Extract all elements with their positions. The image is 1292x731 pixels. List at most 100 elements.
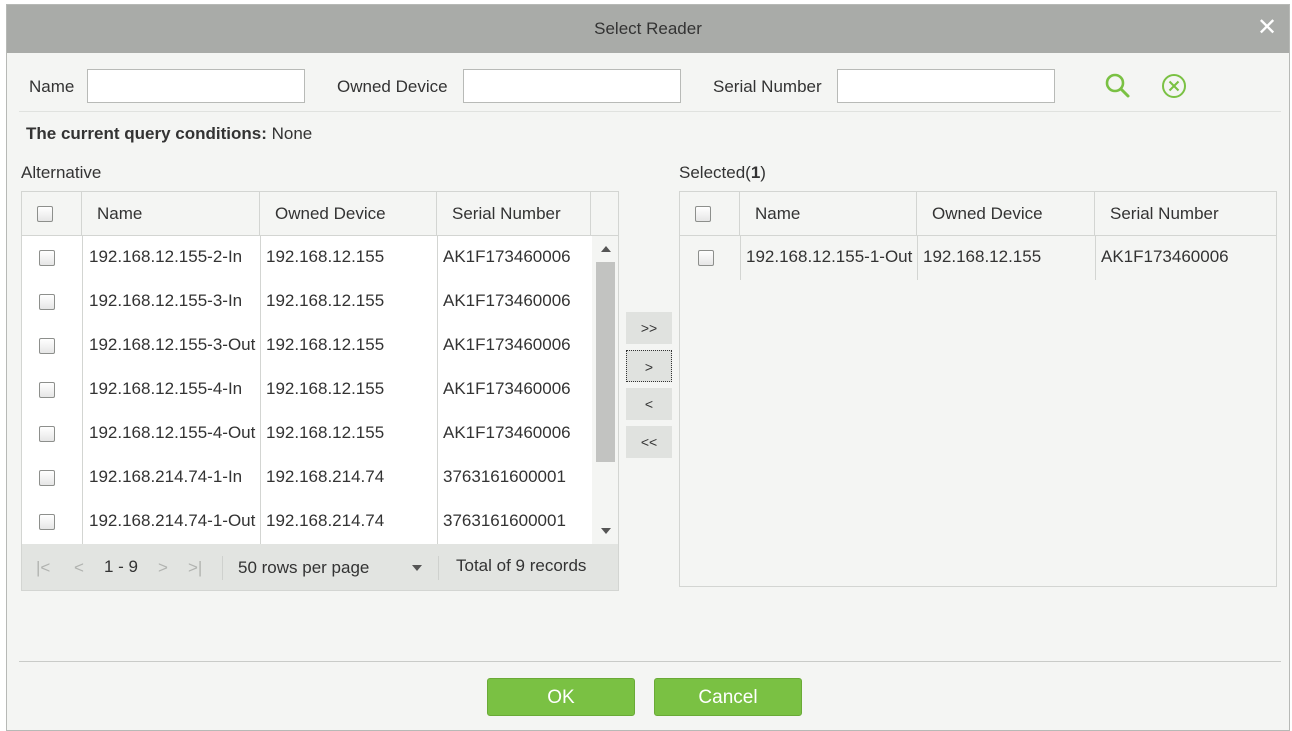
row-serial-number: AK1F173460006 xyxy=(443,423,571,442)
name-label: Name xyxy=(29,77,75,96)
close-icon[interactable]: ✕ xyxy=(1255,16,1279,40)
next-page-icon[interactable]: > xyxy=(158,558,168,578)
select-all-checkbox[interactable] xyxy=(37,206,53,222)
query-conditions: The current query conditions: None xyxy=(26,124,312,144)
selected-heading-suffix: ) xyxy=(760,163,766,182)
selected-heading: Selected(1) xyxy=(679,163,766,183)
total-records: Total of 9 records xyxy=(456,556,587,575)
table-row[interactable]: 192.168.12.155-4-Out 192.168.12.155 AK1F… xyxy=(22,412,592,456)
row-name: 192.168.12.155-1-Out xyxy=(746,247,913,266)
row-checkbox[interactable] xyxy=(39,514,55,530)
serial-number-search-input[interactable] xyxy=(837,69,1055,103)
alternative-table-body: 192.168.12.155-2-In 192.168.12.155 AK1F1… xyxy=(22,236,592,544)
search-icon[interactable] xyxy=(1103,71,1133,101)
row-owned-device: 192.168.12.155 xyxy=(266,291,385,310)
row-checkbox[interactable] xyxy=(39,294,55,310)
chevron-down-icon[interactable] xyxy=(412,565,422,571)
row-owned-device: 192.168.214.74 xyxy=(266,511,385,530)
alternative-heading: Alternative xyxy=(21,163,102,182)
dialog-title: Select Reader xyxy=(594,19,702,38)
query-conditions-prefix: The current query conditions: xyxy=(26,124,267,143)
owned-device-label: Owned Device xyxy=(337,77,448,96)
move-right-button[interactable]: > xyxy=(626,350,672,382)
row-checkbox[interactable] xyxy=(39,250,55,266)
selected-table-header: Name Owned Device Serial Number xyxy=(680,192,1276,236)
column-header-name[interactable]: Name xyxy=(82,192,260,236)
pager-divider xyxy=(222,556,223,580)
alternative-table: Name Owned Device Serial Number 192.168.… xyxy=(21,191,619,591)
cancel-button[interactable]: Cancel xyxy=(654,678,802,716)
clear-circle-icon[interactable] xyxy=(1159,71,1189,101)
table-row[interactable]: 192.168.12.155-2-In 192.168.12.155 AK1F1… xyxy=(22,236,592,280)
first-page-icon[interactable]: |< xyxy=(36,558,50,578)
column-divider xyxy=(1095,236,1096,280)
row-name: 192.168.12.155-4-Out xyxy=(89,423,256,442)
table-row[interactable]: 192.168.12.155-3-Out 192.168.12.155 AK1F… xyxy=(22,324,592,368)
move-left-button[interactable]: < xyxy=(626,388,672,420)
row-serial-number: AK1F173460006 xyxy=(443,379,571,398)
row-serial-number: AK1F173460006 xyxy=(443,247,571,266)
row-name: 192.168.12.155-3-Out xyxy=(89,335,256,354)
row-name: 192.168.214.74-1-In xyxy=(89,467,243,486)
row-owned-device: 192.168.12.155 xyxy=(266,335,385,354)
row-name: 192.168.12.155-3-In xyxy=(89,291,243,310)
last-page-icon[interactable]: >| xyxy=(188,558,202,578)
select-all-selected-checkbox[interactable] xyxy=(695,206,711,222)
row-serial-number: AK1F173460006 xyxy=(443,335,571,354)
header-select-cell xyxy=(22,192,82,236)
ok-button[interactable]: OK xyxy=(487,678,635,716)
row-serial-number: AK1F173460006 xyxy=(1101,247,1229,266)
row-checkbox[interactable] xyxy=(39,426,55,442)
page-size-select[interactable]: 50 rows per page xyxy=(238,558,369,578)
scrollbar-thumb[interactable] xyxy=(596,262,615,462)
footer-divider xyxy=(19,661,1281,662)
column-header-name[interactable]: Name xyxy=(740,192,917,236)
row-owned-device: 192.168.12.155 xyxy=(266,379,385,398)
page-range: 1 - 9 xyxy=(104,557,139,576)
row-name: 192.168.12.155-4-In xyxy=(89,379,243,398)
table-row[interactable]: 192.168.214.74-1-Out 192.168.214.74 3763… xyxy=(22,500,592,544)
row-checkbox[interactable] xyxy=(39,382,55,398)
table-row[interactable]: 192.168.12.155-1-Out 192.168.12.155 AK1F… xyxy=(680,236,1276,280)
row-checkbox[interactable] xyxy=(39,338,55,354)
selected-heading-prefix: Selected( xyxy=(679,163,751,182)
alternative-table-header: Name Owned Device Serial Number xyxy=(22,192,618,236)
table-row[interactable]: 192.168.12.155-4-In 192.168.12.155 AK1F1… xyxy=(22,368,592,412)
scroll-down-arrow-icon[interactable] xyxy=(601,528,611,534)
scroll-up-arrow-icon[interactable] xyxy=(601,246,611,252)
table-row[interactable]: 192.168.214.74-1-In 192.168.214.74 37631… xyxy=(22,456,592,500)
column-header-owned-device[interactable]: Owned Device xyxy=(260,192,437,236)
row-owned-device: 192.168.12.155 xyxy=(266,423,385,442)
column-divider xyxy=(917,236,918,280)
select-reader-dialog: Select Reader ✕ Name Owned Device Serial… xyxy=(6,4,1290,731)
selected-table: Name Owned Device Serial Number 192.168.… xyxy=(679,191,1277,587)
column-header-serial-number[interactable]: Serial Number xyxy=(437,192,591,236)
move-all-right-button[interactable]: >> xyxy=(626,312,672,344)
search-divider xyxy=(19,111,1281,112)
header-select-cell xyxy=(680,192,740,236)
row-serial-number: 3763161600001 xyxy=(443,511,566,530)
selected-count: 1 xyxy=(750,163,761,182)
owned-device-search-input[interactable] xyxy=(463,69,681,103)
row-serial-number: AK1F173460006 xyxy=(443,291,571,310)
serial-number-label: Serial Number xyxy=(713,77,822,96)
row-owned-device: 192.168.12.155 xyxy=(923,247,1042,266)
query-conditions-value: None xyxy=(271,124,313,143)
column-header-owned-device[interactable]: Owned Device xyxy=(917,192,1095,236)
prev-page-icon[interactable]: < xyxy=(74,558,84,578)
name-search-input[interactable] xyxy=(87,69,305,103)
dialog-titlebar: Select Reader ✕ xyxy=(7,5,1289,53)
move-all-left-button[interactable]: << xyxy=(626,426,672,458)
pager-divider xyxy=(438,556,439,580)
row-checkbox[interactable] xyxy=(39,470,55,486)
row-serial-number: 3763161600001 xyxy=(443,467,566,486)
column-header-serial-number[interactable]: Serial Number xyxy=(1095,192,1276,236)
table-row[interactable]: 192.168.12.155-3-In 192.168.12.155 AK1F1… xyxy=(22,280,592,324)
row-name: 192.168.214.74-1-Out xyxy=(89,511,256,530)
vertical-scrollbar[interactable] xyxy=(592,236,618,544)
row-owned-device: 192.168.12.155 xyxy=(266,247,385,266)
row-name: 192.168.12.155-2-In xyxy=(89,247,243,266)
row-checkbox[interactable] xyxy=(698,250,714,266)
pagination-bar: |< < 1 - 9 > >| 50 rows per page Total o… xyxy=(22,544,618,590)
row-owned-device: 192.168.214.74 xyxy=(266,467,385,486)
